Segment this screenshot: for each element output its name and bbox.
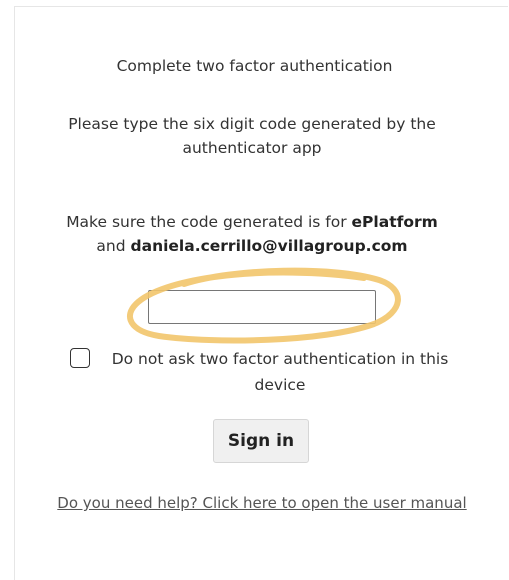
remember-device-label[interactable]: Do not ask two factor authentication in …: [70, 346, 460, 398]
dialog-title: Complete two factor authentication: [116, 57, 393, 75]
platform-name: ePlatform: [351, 213, 438, 231]
remember-device-row[interactable]: Do not ask two factor authentication in …: [70, 346, 470, 398]
context-middle: and: [96, 237, 131, 255]
account-context: Make sure the code generated is for ePla…: [40, 210, 464, 258]
sign-in-button[interactable]: Sign in: [213, 419, 309, 463]
user-email: daniela.cerrillo@villagroup.com: [130, 237, 408, 255]
instructions-text: Please type the six digit code generated…: [68, 115, 436, 157]
remember-device-checkbox[interactable]: [70, 348, 90, 368]
help-manual-link[interactable]: Do you need help? Click here to open the…: [50, 490, 474, 516]
code-input[interactable]: [148, 290, 376, 324]
context-prefix: Make sure the code generated is for: [66, 213, 352, 231]
